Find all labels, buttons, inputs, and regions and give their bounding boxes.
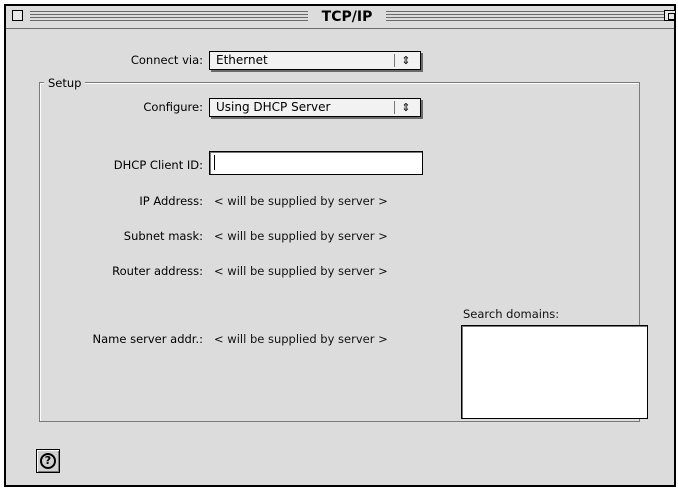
zoom-box[interactable] (664, 10, 676, 21)
up-down-arrows-icon: ⇕ (401, 54, 411, 67)
ip-address-label: IP Address: (139, 194, 203, 208)
setup-group-label: Setup (44, 76, 86, 90)
connect-via-popup[interactable]: Ethernet ⇕ (209, 51, 421, 70)
connect-via-label: Connect via: (130, 53, 203, 67)
subnet-mask-value: < will be supplied by server > (214, 229, 388, 243)
configure-popup[interactable]: Using DHCP Server ⇕ (209, 98, 421, 117)
popup-separator (394, 101, 395, 114)
up-down-arrows-icon: ⇕ (401, 101, 411, 114)
text-caret (214, 155, 215, 170)
name-server-value: < will be supplied by server > (214, 332, 388, 346)
question-mark-icon: ? (40, 453, 56, 469)
router-address-value: < will be supplied by server > (214, 264, 388, 278)
title-stripes-left (30, 11, 308, 22)
name-server-label: Name server addr.: (92, 332, 204, 346)
help-button[interactable]: ? (36, 449, 60, 473)
window-title: TCP/IP (321, 9, 373, 25)
router-address-label: Router address: (112, 264, 203, 278)
dhcp-client-id-label: DHCP Client ID: (113, 158, 203, 172)
title-bar[interactable]: TCP/IP (6, 6, 676, 29)
search-domains-label: Search domains: (463, 307, 560, 321)
configure-value: Using DHCP Server (216, 100, 331, 114)
close-box[interactable] (12, 10, 23, 21)
title-stripes-right (386, 11, 666, 22)
tcpip-window: TCP/IP Connect via: Ethernet ⇕ Setup Con… (4, 4, 676, 487)
subnet-mask-label: Subnet mask: (123, 229, 203, 243)
dhcp-client-id-field[interactable] (209, 151, 423, 175)
ip-address-value: < will be supplied by server > (214, 194, 388, 208)
configure-label: Configure: (143, 100, 203, 114)
popup-separator (394, 54, 395, 67)
connect-via-value: Ethernet (216, 53, 268, 67)
search-domains-field[interactable] (461, 325, 648, 419)
